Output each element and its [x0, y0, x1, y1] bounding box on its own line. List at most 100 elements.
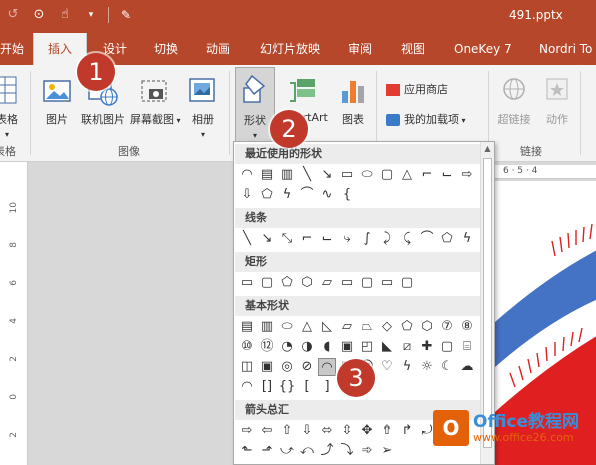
photo-album-button[interactable]: 相册 ▾ [186, 75, 220, 140]
down-arrow-icon[interactable]: ⇩ [238, 186, 256, 204]
round-same-side-icon[interactable]: ▭ [378, 274, 396, 292]
tab-slideshow[interactable]: 幻灯片放映 [260, 33, 320, 65]
tab-onekey[interactable]: OneKey 7 [454, 33, 512, 65]
table-button[interactable]: 表格 ▾ [0, 75, 20, 140]
elbow-connector-icon[interactable]: ⌐ [298, 230, 316, 248]
cube-icon[interactable]: ◫ [238, 358, 256, 376]
brace-icon[interactable]: { [338, 186, 356, 204]
round-corner-icon[interactable]: ▢ [358, 274, 376, 292]
rounded-rect-icon[interactable]: ▢ [378, 166, 396, 184]
my-addins-button[interactable]: 我的加载项 ▾ [386, 111, 466, 127]
curve-icon[interactable]: ⌒ [418, 230, 436, 248]
bent-arrow-icon[interactable]: ↱ [398, 422, 416, 440]
scribble-icon[interactable]: ϟ [458, 230, 476, 248]
left-right-arrow-icon[interactable]: ⬄ [318, 422, 336, 440]
elbow-connector-icon[interactable]: ⌐ [418, 166, 436, 184]
cross-icon[interactable]: ✚ [418, 338, 436, 356]
curved-connector-icon[interactable]: ∫ [358, 230, 376, 248]
arc-icon[interactable]: ◠ [238, 378, 256, 396]
left-up-arrow-icon[interactable]: ⬑ [238, 442, 256, 460]
vertical-textbox-icon[interactable]: ▥ [278, 166, 296, 184]
touch-icon[interactable]: ☝ [56, 6, 74, 24]
right-arrow-icon[interactable]: ⇨ [238, 422, 256, 440]
picture-button[interactable]: 图片 [40, 75, 74, 127]
double-bracket-icon[interactable]: [] [258, 378, 276, 396]
cloud-icon[interactable]: ☁ [458, 358, 476, 376]
tab-home[interactable]: 开始 [0, 33, 24, 65]
down-arrow-icon[interactable]: ⇩ [298, 422, 316, 440]
teardrop-icon[interactable]: ◖ [318, 338, 336, 356]
pentagon-icon[interactable]: ⬠ [398, 318, 416, 336]
right-triangle-icon[interactable]: ◺ [318, 318, 336, 336]
curve-icon[interactable]: ⌒ [298, 186, 316, 204]
line-icon[interactable]: ╲ [238, 230, 256, 248]
moon-icon[interactable]: ☾ [438, 358, 456, 376]
diamond-icon[interactable]: ◇ [378, 318, 396, 336]
oval-icon[interactable]: ⬭ [358, 166, 376, 184]
undo-icon[interactable]: ↺ [4, 6, 22, 24]
rounded-rect-icon[interactable]: ▢ [258, 274, 276, 292]
line-icon[interactable]: ╲ [298, 166, 316, 184]
quad-arrow-icon[interactable]: ✥ [358, 422, 376, 440]
rectangle-icon[interactable]: ▭ [238, 274, 256, 292]
curved-right-arrow-icon[interactable]: ⤻ [278, 442, 296, 460]
snip-same-side-icon[interactable]: ⬡ [298, 274, 316, 292]
plaque-icon[interactable]: ▢ [438, 338, 456, 356]
double-arrow-line-icon[interactable]: ⤡ [278, 230, 296, 248]
freeform-icon[interactable]: ⬠ [438, 230, 456, 248]
bevel-icon[interactable]: ▣ [258, 358, 276, 376]
rectangle-icon[interactable]: ▭ [338, 166, 356, 184]
right-bracket-icon[interactable]: ] [318, 378, 336, 396]
heptagon-icon[interactable]: ⑦ [438, 318, 456, 336]
diagonal-stripe-icon[interactable]: ⧄ [398, 338, 416, 356]
up-arrow-icon[interactable]: ⇧ [278, 422, 296, 440]
store-button[interactable]: 应用商店 [386, 81, 448, 97]
action-button[interactable]: 动作 [540, 75, 574, 127]
curved-double-arrow-icon[interactable]: ⤹ [398, 230, 416, 248]
snip-round-icon[interactable]: ▭ [338, 274, 356, 292]
bent-up-arrow-icon[interactable]: ⬏ [258, 442, 276, 460]
scroll-thumb[interactable] [483, 158, 492, 448]
notched-arrow-icon[interactable]: ➢ [378, 442, 396, 460]
decagon-icon[interactable]: ⑩ [238, 338, 256, 356]
sun-icon[interactable]: ☼ [418, 358, 436, 376]
snip-diagonal-icon[interactable]: ▱ [318, 274, 336, 292]
arrow-line-icon[interactable]: ↘ [258, 230, 276, 248]
octagon-icon[interactable]: ⑧ [458, 318, 476, 336]
donut-icon[interactable]: ◎ [278, 358, 296, 376]
hyperlink-button[interactable]: 超链接 [494, 75, 534, 127]
heart-icon[interactable]: ♡ [378, 358, 396, 376]
striped-arrow-icon[interactable]: ➾ [358, 442, 376, 460]
triangle-icon[interactable]: △ [398, 166, 416, 184]
parallelogram-icon[interactable]: ▱ [338, 318, 356, 336]
chord-icon[interactable]: ◑ [298, 338, 316, 356]
frame-icon[interactable]: ▣ [338, 338, 356, 356]
curved-left-arrow-icon[interactable]: ⤺ [298, 442, 316, 460]
elbow-double-arrow-icon[interactable]: ⤷ [338, 230, 356, 248]
elbow-arrow-icon[interactable]: ⌙ [438, 166, 456, 184]
tab-nordri[interactable]: Nordri To [539, 33, 592, 65]
textbox-icon[interactable]: ▤ [258, 166, 276, 184]
chart-button[interactable]: 图表 [336, 75, 370, 127]
half-frame-icon[interactable]: ◰ [358, 338, 376, 356]
round-diagonal-icon[interactable]: ▢ [398, 274, 416, 292]
textbox-icon[interactable]: ▤ [238, 318, 256, 336]
lightning-icon[interactable]: ϟ [398, 358, 416, 376]
screenshot-button[interactable]: 屏幕截图 ▾ [130, 75, 181, 127]
tab-view[interactable]: 视图 [401, 33, 425, 65]
pen-icon[interactable]: ✎ [117, 6, 135, 24]
dodecagon-icon[interactable]: ⑫ [258, 338, 276, 356]
right-arrow-icon[interactable]: ⇨ [458, 166, 476, 184]
snip-rect-icon[interactable]: ⬠ [258, 186, 276, 204]
tab-transitions[interactable]: 切换 [154, 33, 178, 65]
freeform-icon[interactable]: ∿ [318, 186, 336, 204]
l-shape-icon[interactable]: ◣ [378, 338, 396, 356]
vertical-textbox-icon[interactable]: ▥ [258, 318, 276, 336]
left-arrow-icon[interactable]: ⇦ [258, 422, 276, 440]
oval-icon[interactable]: ⬭ [278, 318, 296, 336]
elbow-arrow-icon[interactable]: ⌙ [318, 230, 336, 248]
tab-insert[interactable]: 插入 [33, 33, 87, 65]
present-icon[interactable]: ⊙ [30, 6, 48, 24]
tab-animations[interactable]: 动画 [206, 33, 230, 65]
block-arc-icon[interactable]: ◠ [318, 358, 336, 376]
